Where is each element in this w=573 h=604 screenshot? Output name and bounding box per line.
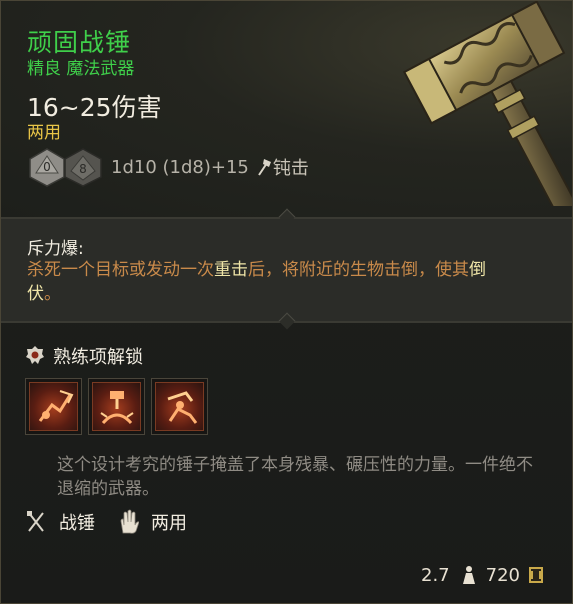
item-tooltip: 顽固战锤 精良 魔法武器 16~25伤害 两用 0 8 1d10 (1d8)+1… xyxy=(0,0,573,604)
proficiency-label: 熟练项解锁 xyxy=(53,347,143,368)
passive-text-1: 杀死一个目标或发动一次 xyxy=(27,260,214,280)
divider xyxy=(1,312,572,330)
passive-description: 杀死一个目标或发动一次重击后，将附近的生物击倒，使其倒伏。 xyxy=(27,258,507,306)
crossed-weapons-icon xyxy=(27,511,44,532)
dice-icon: 0 8 xyxy=(29,148,102,187)
die-face-1: 0 xyxy=(43,160,51,174)
skill-list xyxy=(25,378,208,435)
bludgeon-icon xyxy=(258,159,271,176)
weight-icon xyxy=(462,566,475,584)
gold-coin-icon xyxy=(529,567,543,583)
item-weight: 2.7 xyxy=(421,564,450,586)
damage-dice-row: 0 8 1d10 (1d8)+15 钝击 xyxy=(27,147,309,187)
knockdown-skill-icon xyxy=(167,391,198,424)
keyword-critical-hit[interactable]: 重击 xyxy=(214,260,248,280)
item-rarity-type: 精良 魔法武器 xyxy=(27,59,135,79)
damage-type-label: 钝击 xyxy=(272,158,309,179)
damage-type: 钝击 xyxy=(255,154,309,180)
item-footer: 2.7 720 xyxy=(421,564,544,586)
proficiency-header: 熟练项解锁 xyxy=(25,343,143,369)
passive-text-2: 后，将附近的生物击倒，使其 xyxy=(248,260,469,280)
smash-skill-icon xyxy=(38,390,74,422)
skill-slot-1[interactable] xyxy=(25,378,82,435)
passive-title: 斥力爆: xyxy=(27,239,84,259)
hand-icon xyxy=(120,509,139,534)
item-value: 720 xyxy=(485,564,520,586)
item-properties: 战锤 两用 xyxy=(25,509,187,535)
passive-text-3: 。 xyxy=(44,284,61,304)
item-handedness: 两用 xyxy=(27,123,61,143)
slam-skill-icon xyxy=(100,391,134,425)
flavor-text: 这个设计考究的锤子掩盖了本身残暴、碾压性的力量。一件绝不退缩的武器。 xyxy=(57,455,533,499)
warhammer-icon xyxy=(402,1,572,206)
grip-type: 两用 xyxy=(151,513,187,534)
proficiency-badge-icon xyxy=(26,346,44,364)
skill-slot-2[interactable] xyxy=(88,378,145,435)
skill-slot-3[interactable] xyxy=(151,378,208,435)
passive-ability: 斥力爆: 杀死一个目标或发动一次重击后，将附近的生物击倒，使其倒伏。 xyxy=(1,219,572,321)
dice-formula: 1d10 (1d8)+15 xyxy=(111,156,249,178)
weapon-type: 战锤 xyxy=(59,513,95,534)
die-face-2: 8 xyxy=(79,162,87,176)
